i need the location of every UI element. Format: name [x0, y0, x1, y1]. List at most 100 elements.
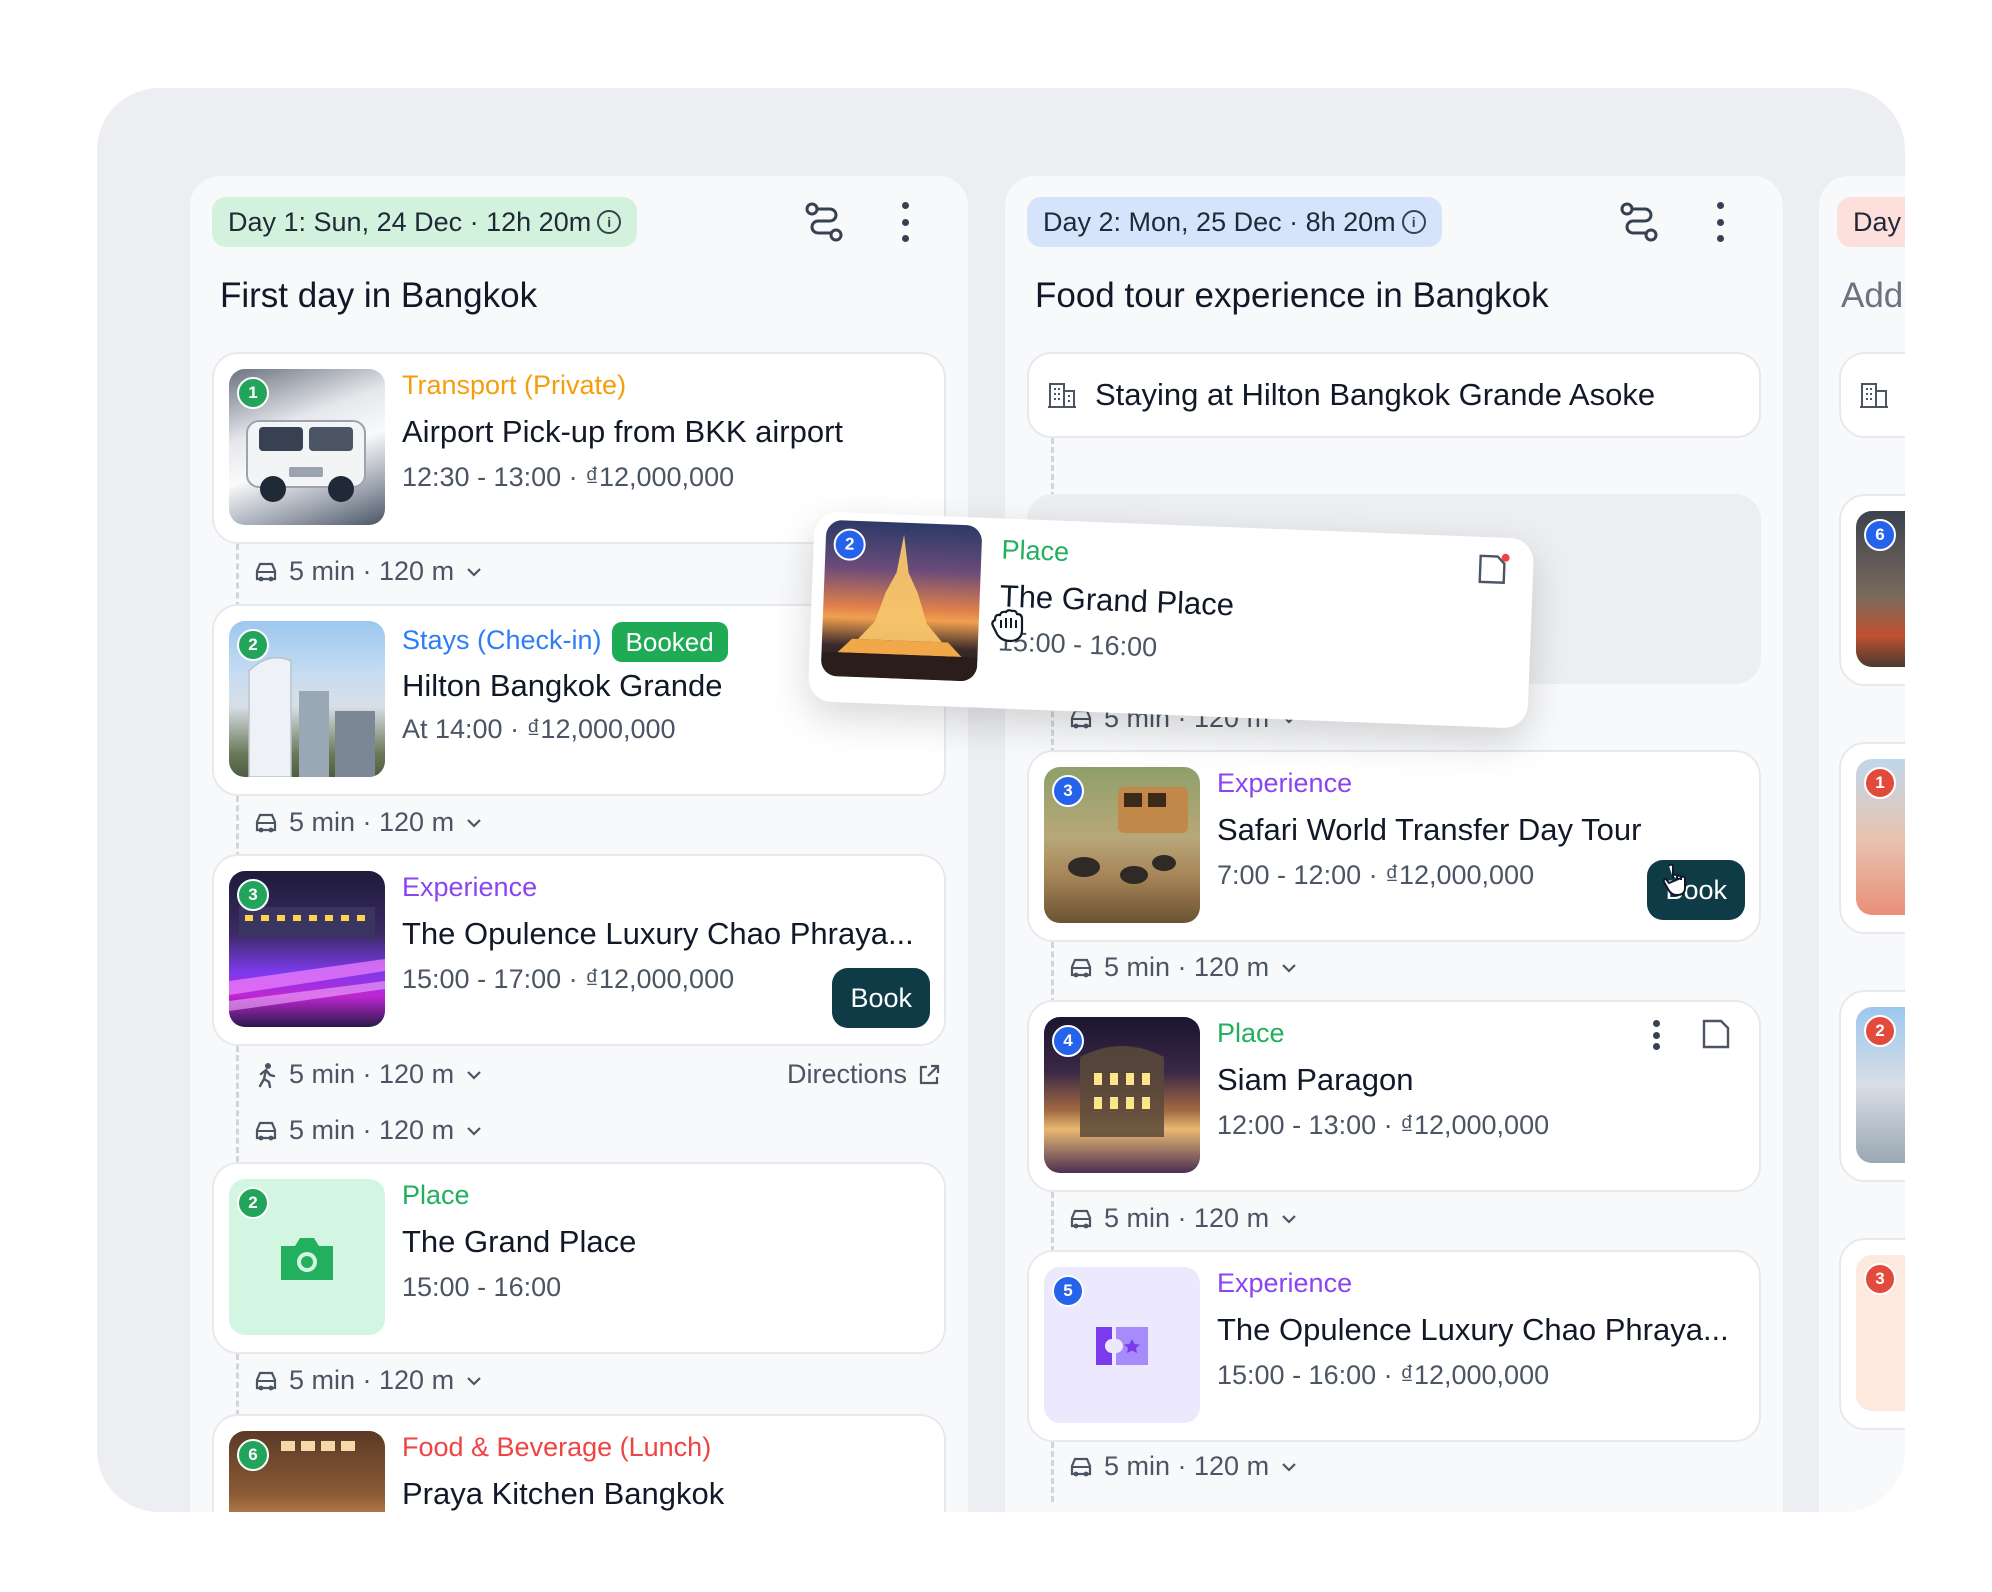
safari-photo: 3 [1044, 767, 1200, 923]
day-badge-label: Day 2: Mon, 25 Dec · 8h 20m [1043, 206, 1396, 237]
temple-photo: 2 [820, 519, 983, 682]
itinerary-card[interactable]: 5 Experience The Opulence Luxury Chao Ph… [1027, 1250, 1761, 1442]
travel-label: 5 min · 120 m [289, 1059, 455, 1089]
car-icon [1070, 1209, 1092, 1228]
item-category: Place [402, 1180, 470, 1210]
chevron-down-icon[interactable] [1281, 1462, 1297, 1472]
van-photo: 1 [229, 369, 385, 525]
car-icon [1070, 1457, 1092, 1476]
item-name: The Grand Place [402, 1224, 637, 1259]
travel-info[interactable]: 5 min · 120 m [253, 1115, 492, 1146]
hotel-photo: 2 [229, 621, 385, 777]
travel-label: 5 min · 120 m [289, 1365, 455, 1395]
building-icon [1860, 383, 1888, 408]
directions-label: Directions [787, 1059, 908, 1089]
item-photo: 1 [1856, 759, 1905, 915]
item-number: 5 [1052, 1275, 1084, 1307]
item-meta: At 14:00 · ₫12,000,000 [402, 714, 676, 744]
itinerary-card[interactable]: 3 Experience The Opulence Luxury Chao Ph… [212, 854, 946, 1046]
connector-line [1051, 438, 1054, 498]
car-icon [255, 562, 277, 581]
connector-line [1051, 1442, 1054, 1502]
itinerary-card[interactable]: 6 Food & Beverage (Lunch) Praya Kitchen … [212, 1414, 946, 1512]
car-icon [255, 1121, 277, 1140]
cruise-photo: 3 [229, 871, 385, 1027]
booked-badge: Booked [611, 622, 728, 662]
day-badge[interactable]: Day 1: Sun, 24 Dec · 12h 20m i [212, 197, 638, 247]
more-options-icon[interactable] [898, 202, 912, 242]
item-meta: 15:00 - 16:00 [402, 1272, 562, 1302]
note-icon[interactable] [1701, 1018, 1731, 1050]
itinerary-card[interactable]: 6 [1839, 494, 1905, 686]
itinerary-card[interactable]: 2 Place The Grand Place 15:00 - 16:00 [212, 1162, 946, 1354]
building-icon [1048, 383, 1076, 408]
chevron-down-icon[interactable] [1281, 1214, 1297, 1224]
item-name: The Opulence Luxury Chao Phraya... [402, 916, 914, 951]
travel-info[interactable]: 5 min · 120 m [1068, 1451, 1307, 1482]
item-number: 4 [1052, 1025, 1084, 1057]
day-badge[interactable]: Day 2: Mon, 25 Dec · 8h 20m i [1027, 197, 1442, 247]
travel-label: 5 min · 120 m [289, 556, 455, 586]
app-frame: Day 1: Sun, 24 Dec · 12h 20m i First day… [97, 88, 1905, 1512]
connector-line [236, 1354, 239, 1416]
chevron-down-icon[interactable] [466, 1126, 482, 1136]
car-icon [255, 813, 277, 832]
dragged-card[interactable]: 2 Place The Grand Place 15:00 - 16:00 [807, 511, 1535, 729]
stay-banner[interactable] [1839, 352, 1905, 438]
chevron-down-icon[interactable] [466, 1070, 482, 1080]
item-meta: 7:00 - 12:00 · ₫12,000,000 [1217, 860, 1535, 890]
item-name: The Opulence Luxury Chao Phraya... [1217, 1312, 1729, 1347]
travel-info[interactable]: 5 min · 120 m [253, 1365, 492, 1396]
travel-label: 5 min · 120 m [289, 807, 455, 837]
note-icon[interactable] [1477, 551, 1512, 588]
day-column-1: Day 1: Sun, 24 Dec · 12h 20m i First day… [190, 176, 968, 1512]
hand-pointer-icon [1662, 863, 1686, 897]
itinerary-card[interactable]: 1 [1839, 742, 1905, 934]
external-link-icon [919, 1064, 940, 1084]
route-icon[interactable] [1617, 200, 1661, 244]
car-icon [1070, 958, 1092, 977]
item-number: 3 [1864, 1263, 1896, 1295]
more-options-icon[interactable] [1649, 1020, 1663, 1050]
place-placeholder: 2 [229, 1179, 385, 1335]
experience-placeholder: 5 [1044, 1267, 1200, 1423]
item-number: 2 [237, 1187, 269, 1219]
directions-link[interactable]: Directions [787, 1059, 941, 1090]
chevron-down-icon[interactable] [466, 1376, 482, 1386]
itinerary-card[interactable]: 3 [1839, 1238, 1905, 1430]
travel-label: 5 min · 120 m [1104, 1451, 1270, 1481]
travel-info[interactable]: 5 min · 120 m [253, 807, 492, 838]
itinerary-card[interactable]: 3 Experience Safari World Transfer Day T… [1027, 750, 1761, 942]
item-category: Experience [1217, 768, 1353, 798]
category-label: Stays (Check-in) [402, 625, 602, 656]
day-badge[interactable]: Day [1837, 197, 1905, 247]
camera-icon [281, 1238, 333, 1280]
item-photo: 3 [1856, 1255, 1905, 1411]
itinerary-card[interactable]: 4 Place Siam Paragon 12:00 - 13:00 · ₫12… [1027, 1000, 1761, 1192]
info-icon[interactable]: i [1401, 210, 1426, 234]
day-badge-label: Day [1853, 206, 1902, 237]
chevron-down-icon[interactable] [1281, 963, 1297, 973]
info-icon[interactable]: i [597, 210, 622, 234]
book-button[interactable]: Book [832, 968, 930, 1028]
chevron-down-icon[interactable] [466, 567, 482, 577]
item-number: 6 [1864, 519, 1896, 551]
item-category: Experience [402, 872, 538, 902]
item-category: Place [1001, 534, 1070, 568]
add-title-placeholder[interactable]: Add [1841, 276, 1903, 316]
item-category: Transport (Private) [402, 370, 627, 400]
route-icon[interactable] [802, 200, 846, 244]
travel-info[interactable]: 5 min · 120 m [253, 1059, 492, 1090]
day-column-2: Day 2: Mon, 25 Dec · 8h 20m i Food tour … [1005, 176, 1783, 1512]
travel-info[interactable]: 5 min · 120 m [253, 556, 492, 587]
more-options-icon[interactable] [1713, 202, 1727, 242]
travel-info[interactable]: 5 min · 120 m [1068, 1203, 1307, 1234]
travel-info[interactable]: 5 min · 120 m [1068, 952, 1307, 983]
travel-label: 5 min · 120 m [1104, 1203, 1270, 1233]
itinerary-card[interactable]: 2 [1839, 990, 1905, 1182]
grab-hand-icon [991, 609, 1024, 643]
stay-banner[interactable]: Staying at Hilton Bangkok Grande Asoke [1027, 352, 1761, 438]
day-column-3: Day Add 6 1 2 3 [1819, 176, 1905, 1512]
chevron-down-icon[interactable] [466, 818, 482, 828]
item-meta: 15:00 - 17:00 · ₫12,000,000 [402, 964, 735, 994]
